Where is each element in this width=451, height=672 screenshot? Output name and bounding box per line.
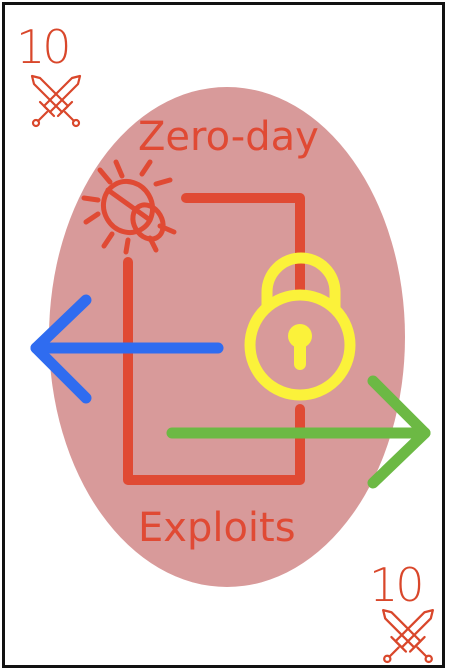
card-title: Zero-day bbox=[138, 114, 319, 160]
crossed-swords-icon bbox=[30, 74, 82, 128]
card-subtitle: Exploits bbox=[138, 505, 296, 551]
crossed-swords-icon bbox=[382, 609, 434, 664]
rank-top-left: 10 bbox=[16, 20, 72, 74]
rank-bottom-right: 10 bbox=[369, 558, 425, 612]
